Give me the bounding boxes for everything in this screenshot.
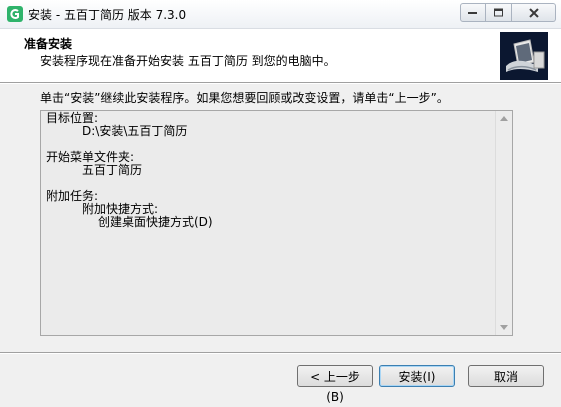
close-button[interactable] — [512, 3, 556, 22]
wizard-header: 准备安装 安装程序现在准备开始安装 五百丁简历 到您的电脑中。 — [0, 29, 561, 83]
page-subtitle: 安装程序现在准备开始安装 五百丁简历 到您的电脑中。 — [40, 54, 336, 68]
destination-value: D:\安装\五百丁简历 — [82, 124, 188, 138]
desktop-shortcut-task: 创建桌面快捷方式(D) — [98, 215, 213, 229]
minimize-button[interactable] — [460, 3, 486, 22]
back-button[interactable]: < 上一步(B) — [297, 365, 373, 404]
header-divider — [0, 83, 561, 84]
scroll-up-arrow-icon[interactable] — [500, 116, 508, 121]
install-button[interactable]: 安装(I) — [379, 365, 455, 387]
instruction-text: 单击“安装”继续此安装程序。如果您想要回顾或改变设置，请单击“上一步”。 — [40, 91, 449, 105]
settings-summary-memo[interactable]: 目标位置: D:\安装\五百丁简历 开始菜单文件夹: 五百丁简历 附加任务: 附… — [40, 110, 513, 336]
cancel-button[interactable]: 取消 — [468, 365, 544, 387]
title-bar: 安装 - 五百丁简历 版本 7.3.0 — [0, 0, 561, 29]
setup-computer-icon — [500, 32, 548, 80]
app-logo-icon — [7, 6, 23, 22]
start-menu-value: 五百丁简历 — [82, 163, 143, 177]
scroll-down-arrow-icon[interactable] — [500, 325, 508, 330]
window-title: 安装 - 五百丁简历 版本 7.3.0 — [28, 8, 187, 22]
memo-scrollbar[interactable] — [495, 111, 512, 335]
page-title: 准备安装 — [24, 37, 73, 51]
maximize-button[interactable] — [486, 3, 512, 22]
memo-content: 目标位置: D:\安装\五百丁简历 开始菜单文件夹: 五百丁简历 附加任务: 附… — [46, 112, 213, 229]
